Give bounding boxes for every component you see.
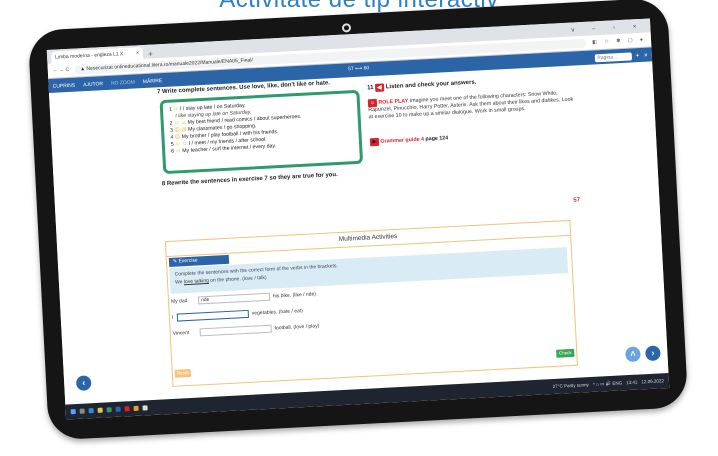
reset-button[interactable]: Reset bbox=[174, 368, 192, 378]
no-zoom-button[interactable]: NO ZOOM bbox=[111, 79, 135, 86]
book-page: 7 Write complete sentences. Use love, li… bbox=[48, 61, 669, 405]
camera-icon bbox=[341, 23, 352, 33]
close-icon[interactable]: ✕ bbox=[643, 52, 648, 58]
tab-title: Limba moderna - engleza L1 X bbox=[54, 51, 124, 61]
audio-icon[interactable]: ◀) bbox=[374, 83, 385, 92]
page-input[interactable]: Pagina... bbox=[594, 51, 632, 62]
role-play-text: ☺ ROLE PLAY Imagine you meet one of the … bbox=[367, 90, 574, 121]
new-tab-button[interactable]: + bbox=[148, 50, 153, 59]
app-icon[interactable] bbox=[142, 405, 148, 411]
exercise-8-label: 8 Rewrite the sentences in exercise 7 so… bbox=[161, 172, 338, 188]
excel-icon[interactable] bbox=[106, 407, 112, 413]
answer-input[interactable] bbox=[199, 324, 272, 337]
weather-widget[interactable]: 27°C Partly sunny bbox=[553, 382, 589, 389]
answer-input[interactable] bbox=[176, 309, 250, 322]
clock-date: 12.06.2022 bbox=[641, 378, 665, 385]
word-icon[interactable] bbox=[115, 406, 121, 412]
question-row: Vincent football. (love / play) bbox=[172, 323, 320, 337]
exercise-7-box: 1 ☺ I / stay up late / on Saturday. I li… bbox=[159, 89, 364, 175]
folder-icon[interactable] bbox=[97, 407, 103, 413]
tablet-screen: Limba moderna - engleza L1 X × + v – ▫ ×… bbox=[46, 18, 670, 420]
ajutor-button[interactable]: AJUTOR bbox=[83, 81, 103, 88]
check-button[interactable]: Check bbox=[556, 348, 575, 358]
clock-time[interactable]: 13:41 bbox=[626, 380, 638, 386]
search-icon[interactable] bbox=[79, 408, 85, 414]
settings-icon[interactable]: ✦ bbox=[635, 53, 640, 59]
chrome-icon[interactable] bbox=[133, 405, 139, 411]
cuprins-button[interactable]: CUPRINS bbox=[52, 82, 75, 89]
edge-icon[interactable] bbox=[88, 408, 94, 414]
marire-button[interactable]: MĂRIRE bbox=[143, 78, 163, 85]
answer-input[interactable]: ride bbox=[197, 292, 271, 305]
tab-close-icon[interactable]: × bbox=[136, 50, 139, 56]
multimedia-panel: Multimedia Activities ✎ Exercise Complet… bbox=[164, 219, 578, 387]
page-number: 57 bbox=[573, 197, 581, 204]
tablet-device: Limba moderna - engleza L1 X × + v – ▫ ×… bbox=[27, 0, 689, 441]
page-indicator: 57 ⟷ 60 bbox=[347, 65, 370, 73]
windows-start-icon[interactable] bbox=[70, 409, 76, 415]
security-indicator: ▲ Nesecurizat bbox=[79, 64, 114, 72]
pdf-icon[interactable] bbox=[124, 406, 130, 412]
grammar-icon: ▶ bbox=[369, 137, 380, 147]
nav-buttons[interactable]: ← → C bbox=[53, 67, 70, 74]
exercise-instruction: Complete the sentences with the correct … bbox=[169, 247, 569, 294]
question-row: I vegetables. (hate / eat) bbox=[171, 308, 304, 322]
extension-icons[interactable]: ◧ ☆ ✽ ▢ ● bbox=[592, 37, 646, 46]
grammar-guide-link[interactable]: ▶ Grammar guide 4 page 124 bbox=[369, 134, 449, 147]
exercise-11-label: 11 ◀) Listen and check your answers. bbox=[367, 79, 477, 92]
system-tray[interactable]: ^ ⌂ ▭ 🔊 ENG bbox=[593, 380, 623, 388]
